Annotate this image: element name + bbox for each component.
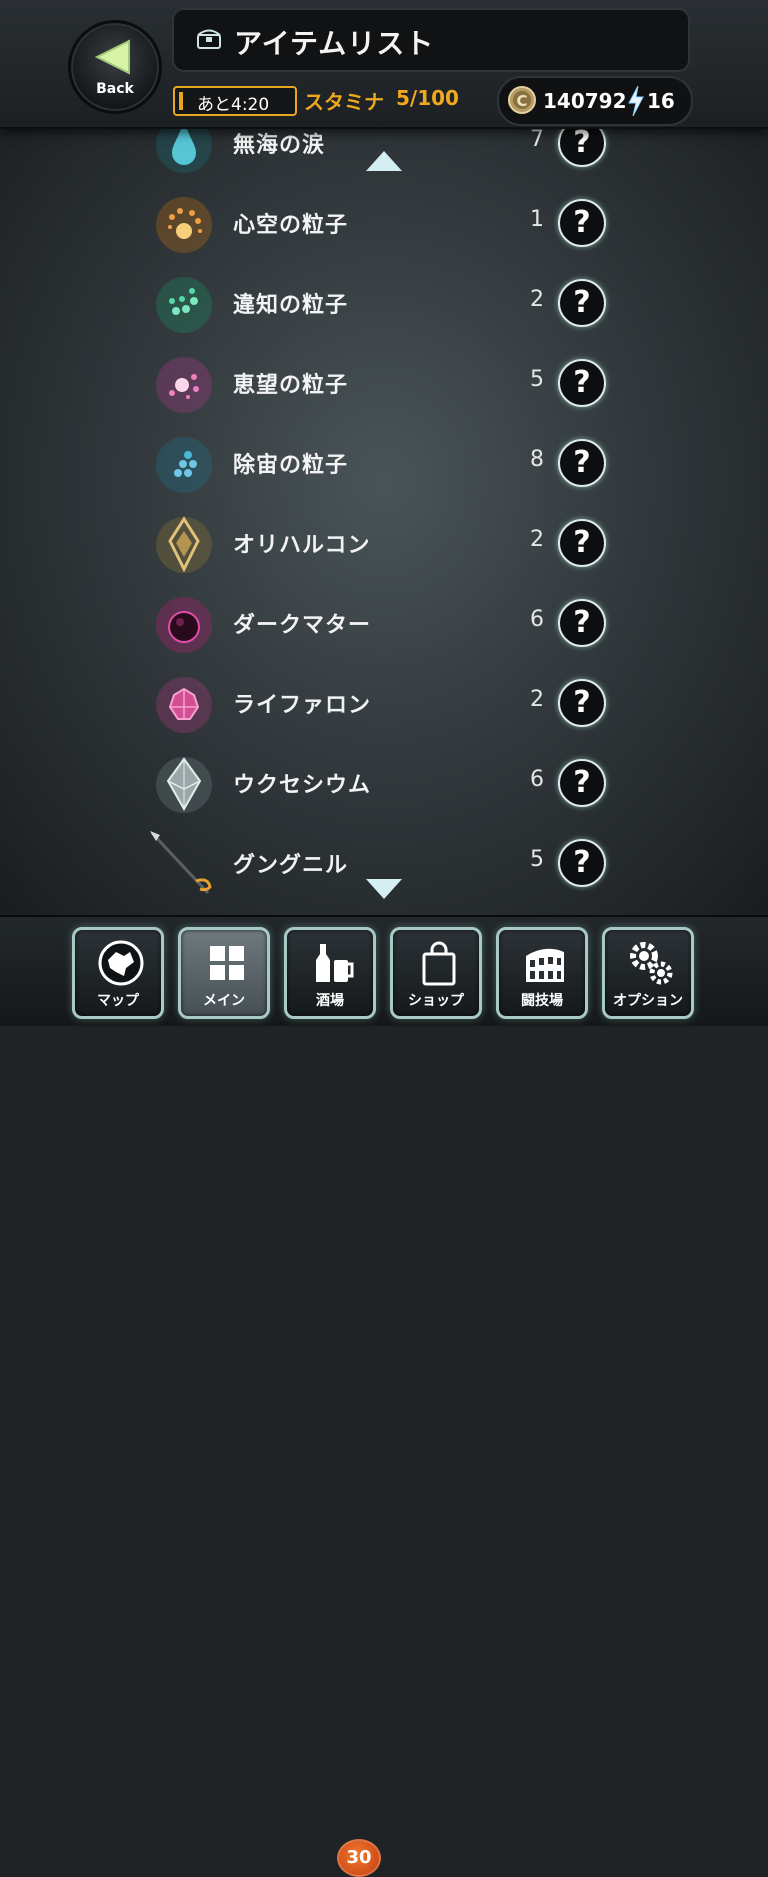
scroll-up-arrow-icon[interactable] xyxy=(364,149,404,173)
shopping-bag-icon xyxy=(422,941,456,986)
timer-text: あと4:20 xyxy=(197,95,270,115)
nav-label: マップ xyxy=(97,993,139,1009)
nav-options-button[interactable]: オプション xyxy=(602,927,694,1019)
item-help-button[interactable]: ? xyxy=(558,127,606,167)
item-list[interactable]: 無海の涙 7 ? 心空の粒子 1 ? 違知の粒子 2 ? 恵望の粒子 5 ? 除… xyxy=(0,127,768,915)
gears-icon xyxy=(630,942,673,985)
stamina-label: スタミナ xyxy=(304,90,384,114)
bottom-navigation: マップ メイン 酒場 30 ショップ 闘技場 オプション xyxy=(0,915,768,1877)
nav-main-button[interactable]: メイン xyxy=(178,927,270,1019)
svg-text:C: C xyxy=(516,92,527,110)
tavern-bottles-icon xyxy=(316,944,354,982)
item-name: 無海の涙 xyxy=(233,133,326,158)
item-help-button[interactable]: ? xyxy=(558,199,606,247)
item-quantity: 1 xyxy=(530,207,544,232)
energy-count: 16 xyxy=(647,89,675,113)
item-quantity: 5 xyxy=(530,847,544,872)
title-bar: アイテムリスト xyxy=(172,8,690,72)
coin-icon: C xyxy=(508,86,536,114)
blue-particle-icon xyxy=(156,437,212,493)
colosseum-icon xyxy=(526,948,564,982)
item-name: 違知の粒子 xyxy=(233,293,349,318)
nav-label: 酒場 xyxy=(316,993,344,1009)
list-item[interactable]: 心空の粒子 1 ? xyxy=(0,183,768,263)
dark-matter-orb-icon xyxy=(156,597,212,653)
item-quantity: 5 xyxy=(530,367,544,392)
item-name: 除宙の粒子 xyxy=(233,453,349,478)
item-help-button[interactable]: ? xyxy=(558,279,606,327)
back-label: Back xyxy=(96,81,134,97)
back-arrow-icon xyxy=(94,39,130,75)
header-bar: Back アイテムリスト あと4:20 スタミナ 5/100 C 140792 … xyxy=(0,0,768,129)
item-help-button[interactable]: ? xyxy=(558,599,606,647)
nav-shop-button[interactable]: ショップ xyxy=(390,927,482,1019)
nav-label: 闘技場 xyxy=(521,993,563,1009)
scroll-down-arrow-icon[interactable] xyxy=(364,877,404,901)
list-item[interactable]: 除宙の粒子 8 ? xyxy=(0,423,768,503)
item-quantity: 7 xyxy=(530,127,544,152)
orange-particle-icon xyxy=(156,197,212,253)
item-quantity: 6 xyxy=(530,607,544,632)
item-name: オリハルコン xyxy=(233,533,371,558)
treasure-chest-icon xyxy=(197,29,221,49)
list-item[interactable]: ダークマター 6 ? xyxy=(0,583,768,663)
list-item[interactable]: ライファロン 2 ? xyxy=(0,663,768,743)
stamina-timer: あと4:20 xyxy=(173,86,297,116)
nav-label: オプション xyxy=(613,993,683,1009)
nav-label: ショップ xyxy=(408,993,464,1009)
list-item[interactable]: ウクセシウム 6 ? xyxy=(0,743,768,823)
item-help-button[interactable]: ? xyxy=(558,439,606,487)
nav-arena-button[interactable]: 闘技場 xyxy=(496,927,588,1019)
lightning-bolt-icon xyxy=(628,86,644,116)
back-button[interactable]: Back xyxy=(68,20,162,114)
item-name: 心空の粒子 xyxy=(233,213,349,238)
item-name: ダークマター xyxy=(233,613,372,638)
nav-tavern-button[interactable]: 酒場 xyxy=(284,927,376,1019)
item-quantity: 2 xyxy=(530,527,544,552)
pink-particle-icon xyxy=(156,357,212,413)
item-name: グングニル xyxy=(233,853,349,878)
pink-gem-cluster-icon xyxy=(156,677,212,733)
item-name: ウクセシウム xyxy=(233,773,372,798)
item-help-button[interactable]: ? xyxy=(558,359,606,407)
item-name: 恵望の粒子 xyxy=(233,373,349,398)
list-item[interactable]: 恵望の粒子 5 ? xyxy=(0,343,768,423)
item-name: ライファロン xyxy=(233,693,372,718)
item-help-button[interactable]: ? xyxy=(558,839,606,887)
silver-crystal-icon xyxy=(156,757,212,813)
item-quantity: 2 xyxy=(530,687,544,712)
nav-label: メイン xyxy=(203,993,245,1009)
item-quantity: 2 xyxy=(530,287,544,312)
item-quantity: 6 xyxy=(530,767,544,792)
spear-icon xyxy=(150,831,212,895)
orichalcum-crystal-icon xyxy=(156,516,212,573)
grid-main-icon xyxy=(210,946,244,980)
tavern-notification-badge: 30 xyxy=(337,1839,381,1877)
item-help-button[interactable]: ? xyxy=(558,759,606,807)
timer-bar-icon xyxy=(179,92,183,110)
item-help-button[interactable]: ? xyxy=(558,679,606,727)
currency-bar: C 140792 16 xyxy=(497,76,693,126)
nav-map-button[interactable]: マップ xyxy=(72,927,164,1019)
coin-count: 140792 xyxy=(543,89,627,113)
item-help-button[interactable]: ? xyxy=(558,519,606,567)
stamina-value: 5/100 xyxy=(396,86,459,110)
globe-map-icon xyxy=(98,940,144,986)
item-quantity: 8 xyxy=(530,447,544,472)
teardrop-icon xyxy=(156,127,212,173)
list-item[interactable]: 違知の粒子 2 ? xyxy=(0,263,768,343)
page-title: アイテムリスト xyxy=(234,27,435,60)
green-particle-icon xyxy=(156,277,212,333)
list-item[interactable]: オリハルコン 2 ? xyxy=(0,503,768,583)
